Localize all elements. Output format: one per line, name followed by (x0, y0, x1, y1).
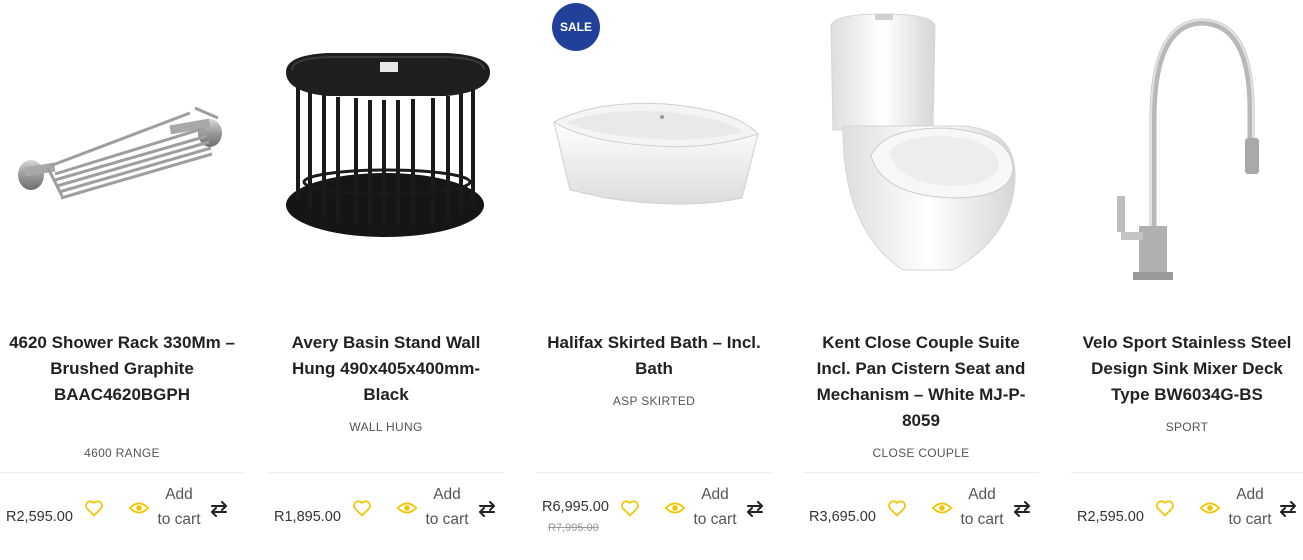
product-card: Kent Close Couple Suite Incl. Pan Cister… (803, 0, 1039, 560)
compare-arrows-icon[interactable] (745, 500, 765, 523)
product-price: R2,595.00 (6, 509, 73, 525)
product-category[interactable]: SPORT (1071, 420, 1303, 434)
add-to-cart-button[interactable]: Add to cart (960, 482, 1004, 532)
product-price: R3,695.00 (809, 509, 876, 525)
eye-icon[interactable] (128, 498, 150, 523)
add-to-cart-button[interactable]: Add to cart (157, 482, 201, 532)
compare-arrows-icon[interactable] (209, 500, 229, 523)
divider (1071, 472, 1303, 473)
compare-arrows-icon[interactable] (477, 500, 497, 523)
compare-arrows-icon[interactable] (1012, 500, 1032, 523)
product-grid: 4620 Shower Rack 330Mm – Brushed Graphit… (0, 0, 1303, 560)
product-card: SALE Halifax Skirted Bath – Incl. Bath A… (536, 0, 772, 560)
add-to-cart-button[interactable]: Add to cart (1228, 482, 1272, 532)
divider (268, 472, 504, 473)
product-price: R6,995.00 (542, 499, 609, 515)
product-title[interactable]: 4620 Shower Rack 330Mm – Brushed Graphit… (0, 330, 244, 408)
heart-icon[interactable] (84, 498, 104, 523)
eye-icon[interactable] (931, 498, 953, 523)
product-price: R2,595.00 (1077, 509, 1144, 525)
product-card: Velo Sport Stainless Steel Design Sink M… (1071, 0, 1303, 560)
product-title[interactable]: Halifax Skirted Bath – Incl. Bath (536, 330, 772, 382)
product-category[interactable]: CLOSE COUPLE (803, 446, 1039, 460)
product-image[interactable] (268, 0, 504, 310)
product-title[interactable]: Kent Close Couple Suite Incl. Pan Cister… (803, 330, 1039, 434)
product-old-price: R7,995.00 (548, 522, 599, 534)
product-category[interactable]: ASP SKIRTED (536, 394, 772, 408)
sale-badge: SALE (552, 3, 600, 51)
heart-icon[interactable] (620, 498, 640, 523)
product-price: R1,895.00 (274, 509, 341, 525)
heart-icon[interactable] (1155, 498, 1175, 523)
product-card: Avery Basin Stand Wall Hung 490x405x400m… (268, 0, 504, 560)
add-to-cart-button[interactable]: Add to cart (425, 482, 469, 532)
divider (803, 472, 1039, 473)
heart-icon[interactable] (887, 498, 907, 523)
divider (0, 472, 244, 473)
product-image[interactable] (1071, 0, 1303, 310)
add-to-cart-button[interactable]: Add to cart (693, 482, 737, 532)
eye-icon[interactable] (664, 498, 686, 523)
compare-arrows-icon[interactable] (1278, 500, 1298, 523)
product-title[interactable]: Avery Basin Stand Wall Hung 490x405x400m… (268, 330, 504, 408)
product-image[interactable] (0, 0, 244, 310)
product-category[interactable]: 4600 RANGE (0, 446, 244, 460)
product-title[interactable]: Velo Sport Stainless Steel Design Sink M… (1071, 330, 1303, 408)
divider (536, 472, 772, 473)
product-card: 4620 Shower Rack 330Mm – Brushed Graphit… (0, 0, 244, 560)
eye-icon[interactable] (396, 498, 418, 523)
heart-icon[interactable] (352, 498, 372, 523)
eye-icon[interactable] (1199, 498, 1221, 523)
product-category[interactable]: WALL HUNG (268, 420, 504, 434)
product-image[interactable] (803, 0, 1039, 310)
